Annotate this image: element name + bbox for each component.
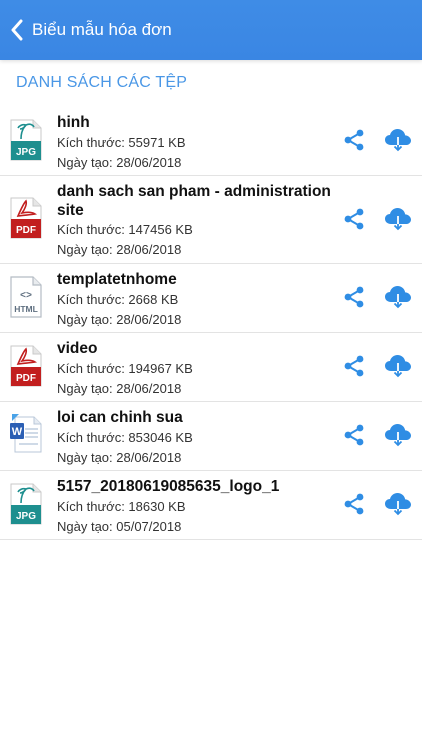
file-row[interactable]: JPG hinh Kích thước: 55971 KB Ngày tạo: … — [0, 107, 422, 176]
file-name: 5157_20180619085635_logo_1 — [57, 478, 280, 495]
file-date: Ngày tạo: 28/06/2018 — [57, 312, 182, 327]
file-date: Ngày tạo: 05/07/2018 — [57, 519, 182, 534]
row-actions — [341, 206, 412, 232]
row-actions — [341, 127, 412, 153]
cloud-download-icon — [385, 493, 411, 516]
section-header: DANH SÁCH CÁC TỆP — [16, 74, 188, 91]
share-icon — [344, 286, 364, 308]
svg-text:JPG: JPG — [16, 511, 36, 522]
file-info: danh sach san pham - administration site… — [57, 182, 332, 260]
cloud-download-icon — [385, 424, 411, 447]
file-row[interactable]: W loi can chinh sua Kích thước: 853046 K… — [0, 402, 422, 471]
file-row[interactable]: PDF video Kích thước: 194967 KB Ngày tạo… — [0, 333, 422, 402]
download-button[interactable] — [384, 127, 412, 153]
file-size: Kích thước: 853046 KB — [57, 430, 193, 445]
file-size: Kích thước: 147456 KB — [57, 222, 193, 237]
cloud-download-icon — [385, 208, 411, 231]
word-file-icon: W — [9, 414, 43, 456]
chevron-left-icon — [11, 19, 23, 41]
share-icon — [344, 424, 364, 446]
file-name: hinh — [57, 114, 90, 131]
svg-text:<>: <> — [20, 291, 32, 302]
html-file-icon: <> HTML — [9, 276, 43, 318]
page-title: Biểu mẫu hóa đơn — [32, 20, 172, 39]
download-button[interactable] — [384, 206, 412, 232]
cloud-download-icon — [385, 129, 411, 152]
share-icon — [344, 208, 364, 230]
jpg-file-icon: JPG — [9, 483, 43, 525]
share-button[interactable] — [341, 206, 367, 232]
svg-text:HTML: HTML — [14, 304, 38, 314]
share-button[interactable] — [341, 127, 367, 153]
file-row[interactable]: JPG 5157_20180619085635_logo_1 Kích thướ… — [0, 471, 422, 540]
download-button[interactable] — [384, 422, 412, 448]
share-button[interactable] — [341, 353, 367, 379]
file-date: Ngày tạo: 28/06/2018 — [57, 242, 182, 257]
file-info: templatetnhome Kích thước: 2668 KB Ngày … — [57, 270, 332, 330]
file-date: Ngày tạo: 28/06/2018 — [57, 381, 182, 396]
file-size: Kích thước: 2668 KB — [57, 292, 179, 307]
row-actions — [341, 284, 412, 310]
file-name: danh sach san pham - administration site — [57, 183, 331, 219]
row-actions — [341, 491, 412, 517]
back-button[interactable] — [0, 0, 24, 60]
share-button[interactable] — [341, 284, 367, 310]
file-row[interactable]: <> HTML templatetnhome Kích thước: 2668 … — [0, 264, 422, 333]
file-name: templatetnhome — [57, 271, 177, 288]
cloud-download-icon — [385, 286, 411, 309]
pdf-file-icon: PDF — [9, 197, 43, 239]
file-size: Kích thước: 194967 KB — [57, 361, 193, 376]
share-icon — [344, 355, 364, 377]
file-date: Ngày tạo: 28/06/2018 — [57, 155, 182, 170]
file-name: loi can chinh sua — [57, 409, 183, 426]
svg-text:W: W — [12, 426, 23, 438]
file-size: Kích thước: 18630 KB — [57, 499, 186, 514]
file-info: 5157_20180619085635_logo_1 Kích thước: 1… — [57, 477, 332, 537]
svg-text:PDF: PDF — [16, 373, 36, 384]
navigation-bar: Biểu mẫu hóa đơn — [0, 0, 422, 60]
file-name: video — [57, 340, 98, 357]
file-list: JPG hinh Kích thước: 55971 KB Ngày tạo: … — [0, 107, 422, 540]
file-info: loi can chinh sua Kích thước: 853046 KB … — [57, 408, 332, 468]
download-button[interactable] — [384, 353, 412, 379]
file-size: Kích thước: 55971 KB — [57, 135, 186, 150]
file-info: hinh Kích thước: 55971 KB Ngày tạo: 28/0… — [57, 113, 332, 173]
row-actions — [341, 422, 412, 448]
file-info: video Kích thước: 194967 KB Ngày tạo: 28… — [57, 339, 332, 399]
share-icon — [344, 493, 364, 515]
svg-text:PDF: PDF — [16, 225, 36, 236]
download-button[interactable] — [384, 491, 412, 517]
cloud-download-icon — [385, 355, 411, 378]
file-row[interactable]: PDF danh sach san pham - administration … — [0, 176, 422, 264]
svg-text:JPG: JPG — [16, 147, 36, 158]
share-button[interactable] — [341, 491, 367, 517]
download-button[interactable] — [384, 284, 412, 310]
row-actions — [341, 353, 412, 379]
share-button[interactable] — [341, 422, 367, 448]
jpg-file-icon: JPG — [9, 119, 43, 161]
share-icon — [344, 129, 364, 151]
file-date: Ngày tạo: 28/06/2018 — [57, 450, 182, 465]
pdf-file-icon: PDF — [9, 345, 43, 387]
